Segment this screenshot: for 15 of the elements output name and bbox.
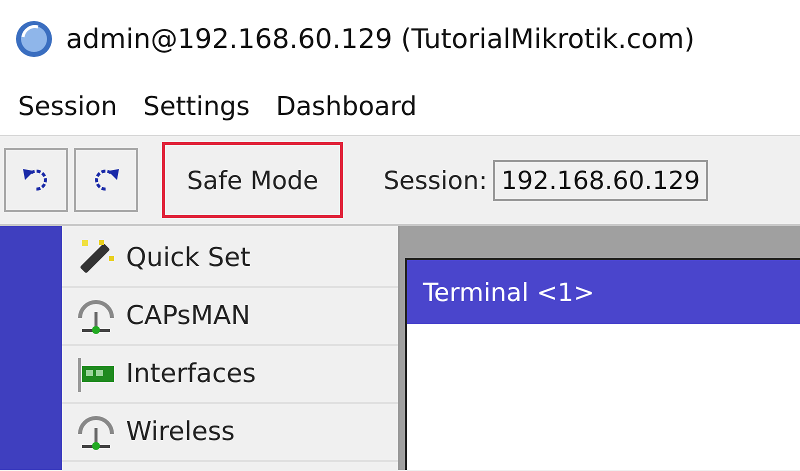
session-label: Session: [383,166,488,194]
sidebar-item[interactable]: Wireless [62,404,398,462]
menu-item[interactable]: Dashboard [276,92,417,122]
menu-item[interactable]: Session [18,92,118,122]
redo-button[interactable] [74,148,138,212]
sidebar-item[interactable]: CAPsMAN [62,288,398,346]
sidebar-item[interactable]: Interfaces [62,346,398,404]
window-title: admin@192.168.60.129 (TutorialMikrotik.com) [66,24,695,54]
sidebar-item[interactable]: Quick Set [62,230,398,288]
safe-mode-button[interactable]: Safe Mode [162,142,344,218]
menu-item[interactable]: Settings [143,92,250,122]
app-logo-icon [14,19,54,59]
terminal-title: Terminal <1> [407,260,800,324]
undo-button[interactable] [4,148,68,212]
session-field: 192.168.60.129 [493,160,708,200]
